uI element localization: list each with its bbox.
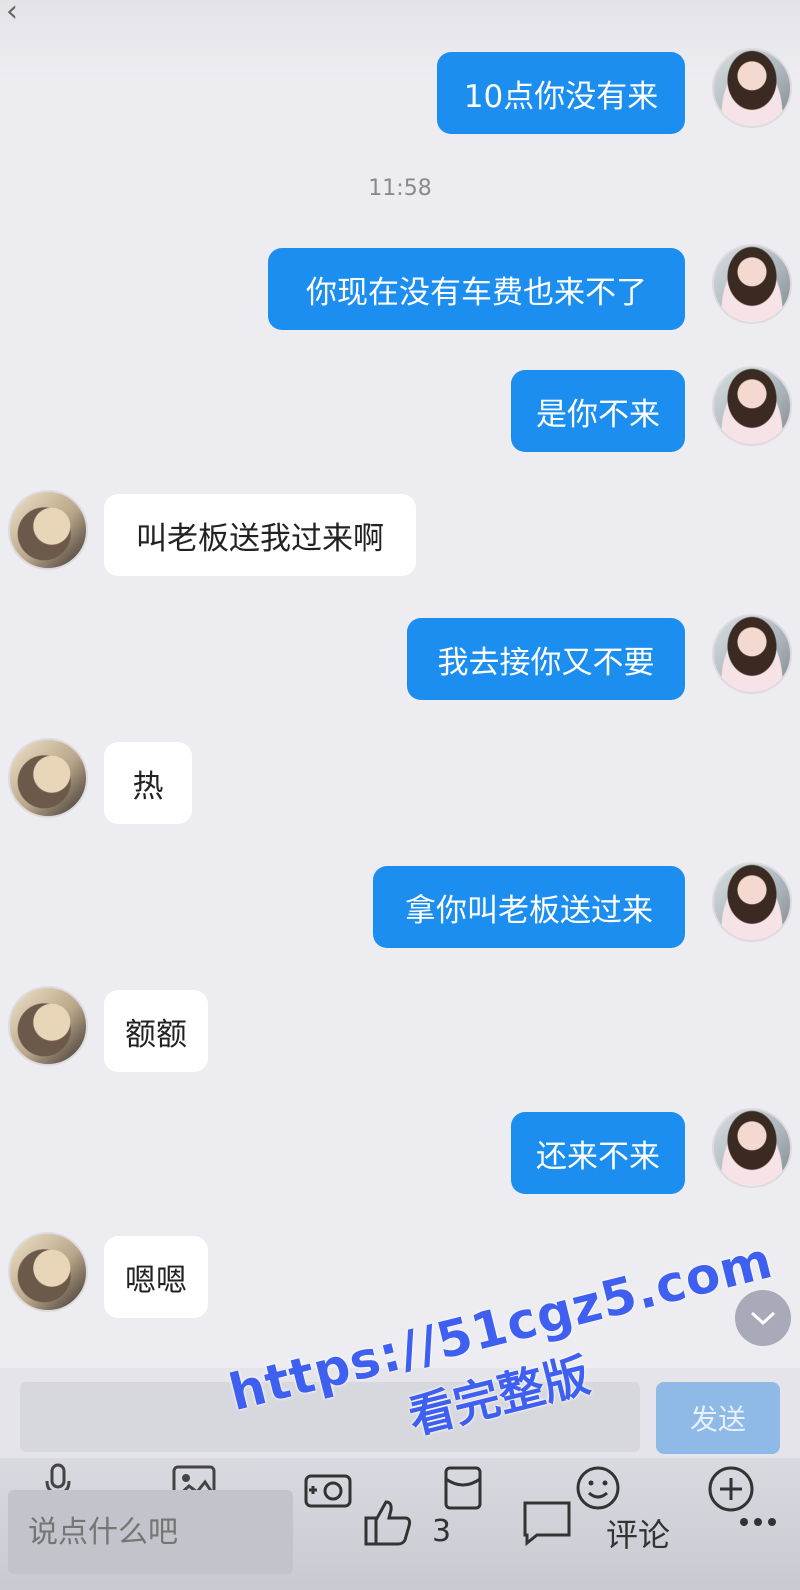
add-icon[interactable] <box>706 1464 756 1514</box>
more-icon[interactable] <box>736 1512 780 1532</box>
message-timestamp: 11:58 <box>368 176 432 201</box>
comment-input[interactable] <box>8 1490 293 1574</box>
chevron-down-icon <box>750 1311 776 1326</box>
my-avatar[interactable] <box>712 48 792 128</box>
my-avatar[interactable] <box>712 244 792 324</box>
contact-avatar[interactable] <box>8 986 88 1066</box>
my-avatar[interactable] <box>712 614 792 694</box>
message-bubble-sent: 10点你没有来 <box>437 52 685 134</box>
message-bubble-received: 叫老板送我过来啊 <box>104 494 416 576</box>
message-bubble-sent: 我去接你又不要 <box>407 618 685 700</box>
back-arrow-icon[interactable]: ‹ <box>6 0 18 29</box>
my-avatar[interactable] <box>712 366 792 446</box>
contact-avatar[interactable] <box>8 1232 88 1312</box>
message-bubble-sent: 你现在没有车费也来不了 <box>268 248 685 330</box>
message-bubble-received: 嗯嗯 <box>104 1236 208 1318</box>
message-bubble-sent: 还来不来 <box>511 1112 685 1194</box>
comment-label[interactable]: 评论 <box>606 1510 670 1556</box>
message-bubble-sent: 拿你叫老板送过来 <box>373 866 685 948</box>
message-bubble-received: 额额 <box>104 990 208 1072</box>
my-avatar[interactable] <box>712 1108 792 1188</box>
my-avatar[interactable] <box>712 862 792 942</box>
contact-avatar[interactable] <box>8 490 88 570</box>
contact-avatar[interactable] <box>8 738 88 818</box>
message-bubble-received: 热 <box>104 742 192 824</box>
comment-icon[interactable] <box>520 1498 574 1548</box>
message-bubble-sent: 是你不来 <box>511 370 685 452</box>
